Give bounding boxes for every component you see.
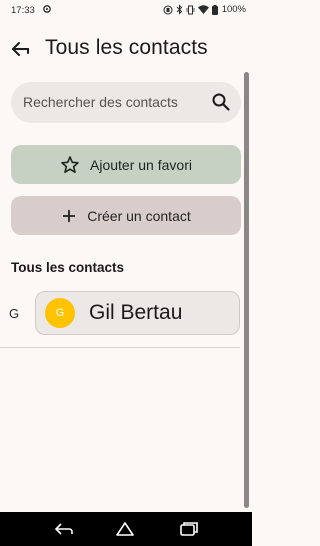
star-icon	[61, 155, 79, 173]
avatar: G	[45, 298, 75, 328]
battery-percent: 100%	[221, 4, 246, 15]
recents-icon[interactable]	[179, 520, 199, 538]
status-time: 17:33	[11, 5, 35, 16]
app-header: Tous les contacts	[0, 30, 252, 68]
add-favorite-button[interactable]: Ajouter un favori	[11, 145, 241, 184]
vibrate-mode-icon	[186, 5, 195, 14]
index-letter: G	[9, 306, 20, 321]
scrollbar[interactable]	[244, 72, 249, 508]
divider	[0, 347, 240, 348]
search-placeholder: Rechercher des contacts	[23, 94, 178, 110]
wifi-icon	[197, 5, 209, 14]
arrow-back-icon[interactable]	[9, 38, 31, 60]
plus-icon	[63, 209, 76, 222]
battery-icon	[211, 4, 218, 15]
search-icon[interactable]	[211, 92, 231, 112]
bluetooth-icon	[176, 4, 182, 15]
status-bar: 17:33 100%	[0, 0, 252, 20]
settings-icon	[43, 5, 51, 13]
avatar-initial: G	[55, 307, 65, 319]
create-contact-button[interactable]: Créer un contact	[11, 196, 241, 235]
status-icons: 100%	[163, 4, 246, 15]
section-title: Tous les contacts	[11, 260, 125, 275]
vibrate-icon	[163, 5, 173, 14]
back-icon[interactable]	[54, 520, 74, 538]
contact-item[interactable]: G Gil Bertau	[35, 291, 240, 335]
search-bar[interactable]: Rechercher des contacts	[11, 82, 241, 123]
system-nav-bar	[0, 512, 252, 546]
page-title: Tous les contacts	[45, 36, 208, 59]
create-contact-label: Créer un contact	[87, 207, 191, 224]
home-icon[interactable]	[115, 520, 135, 538]
contact-name: Gil Bertau	[89, 301, 183, 324]
add-favorite-label: Ajouter un favori	[90, 156, 192, 173]
